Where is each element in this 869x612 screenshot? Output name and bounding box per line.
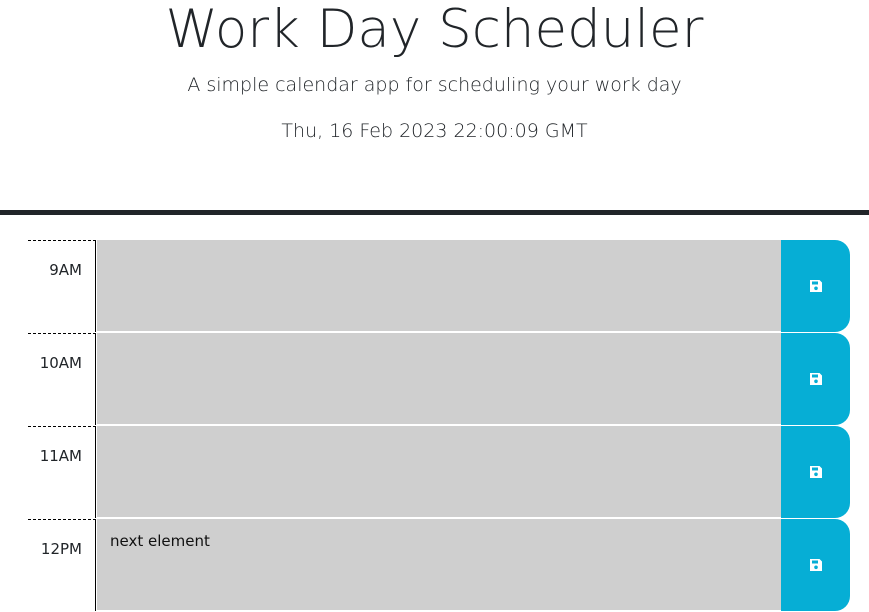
event-description-input[interactable]	[97, 333, 781, 425]
time-block-row: 9AM	[28, 240, 850, 333]
time-blocks-container: 9AM 10AM 11AM 12PM next element	[28, 240, 850, 612]
time-block-row: 10AM	[28, 333, 850, 426]
event-description-input[interactable]	[97, 240, 781, 332]
page-subtitle: A simple calendar app for scheduling you…	[187, 74, 682, 96]
save-button[interactable]	[781, 240, 850, 332]
current-date: Thu, 16 Feb 2023 22:00:09 GMT	[281, 120, 588, 142]
time-block-row: 12PM next element	[28, 519, 850, 612]
floppy-disk-icon	[809, 280, 822, 292]
event-description-input[interactable]	[97, 426, 781, 518]
hour-label: 10AM	[28, 333, 96, 425]
save-button[interactable]	[781, 426, 850, 518]
hour-label: 9AM	[28, 240, 96, 332]
save-button[interactable]	[781, 519, 850, 611]
hour-label: 11AM	[28, 426, 96, 518]
header: Work Day Scheduler A simple calendar app…	[0, 0, 869, 215]
floppy-disk-icon	[809, 466, 822, 478]
hour-label: 12PM	[28, 519, 96, 611]
time-block-row: 11AM	[28, 426, 850, 519]
page-title: Work Day Scheduler	[165, 0, 704, 60]
event-description-input[interactable]: next element	[97, 519, 781, 611]
floppy-disk-icon	[809, 559, 822, 571]
save-button[interactable]	[781, 333, 850, 425]
floppy-disk-icon	[809, 373, 822, 385]
